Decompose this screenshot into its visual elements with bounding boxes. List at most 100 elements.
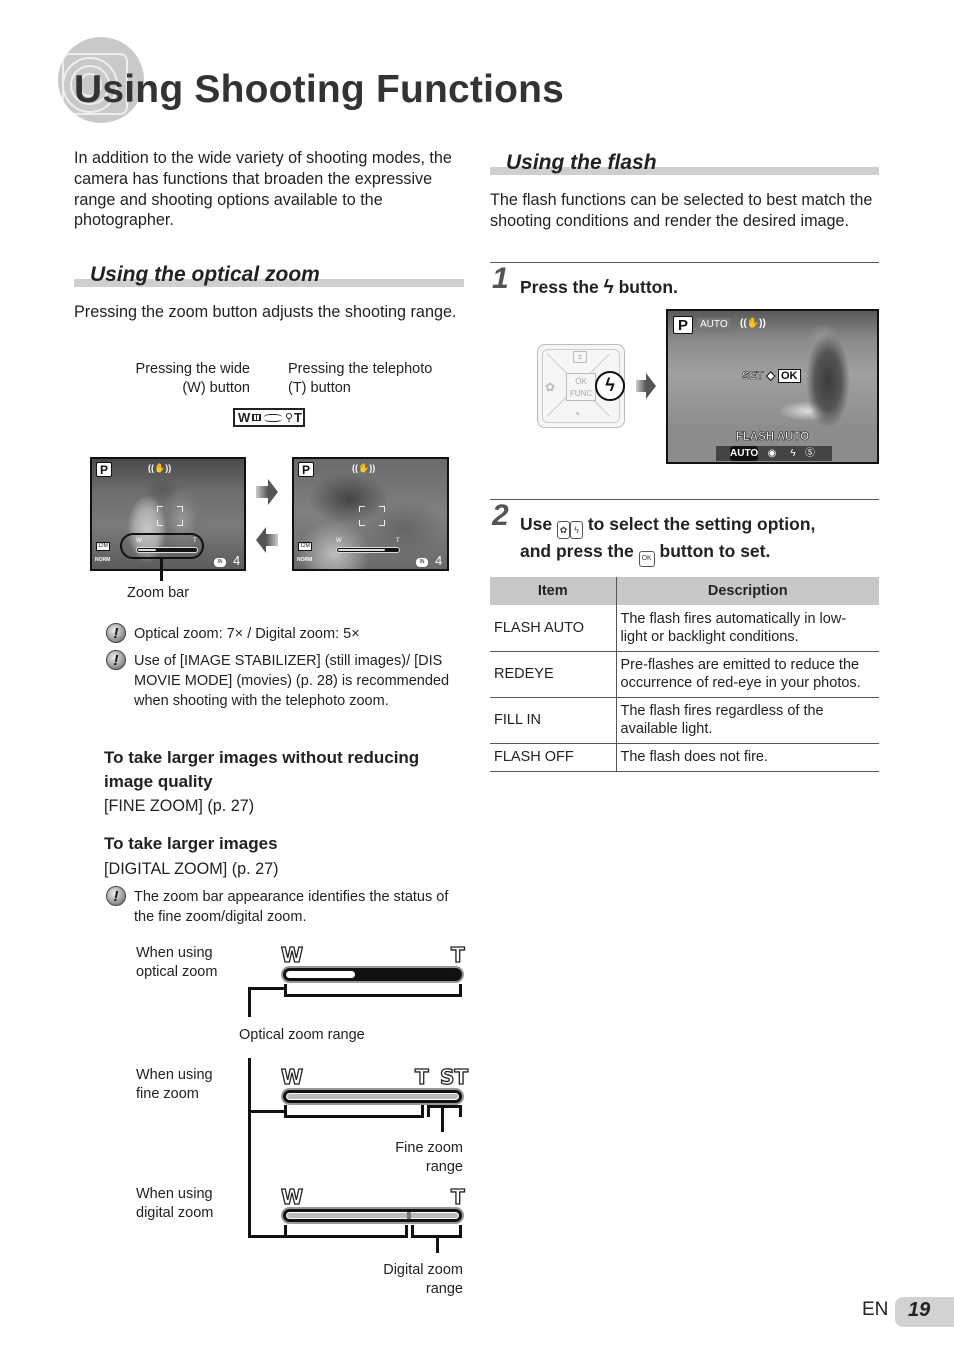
flash-mode-tag: AUTO bbox=[697, 318, 731, 332]
divider bbox=[490, 499, 879, 500]
af-frame-icon bbox=[157, 506, 183, 526]
tele-button-label: Pressing the telephoto (T) button bbox=[288, 360, 458, 397]
fine-range-label: Fine zoom range bbox=[360, 1139, 463, 1176]
memory-badge: IN bbox=[214, 558, 226, 567]
tele-label-line2: (T) button bbox=[288, 379, 351, 396]
ok-func-button: OK FUNC bbox=[566, 373, 596, 401]
step-2-line2-after: button to set. bbox=[659, 541, 771, 561]
memory-badge: IN bbox=[416, 558, 428, 567]
table-cell-item: REDEYE bbox=[490, 651, 617, 698]
fine-zoom-heading-line1: To take larger images without reducing bbox=[104, 748, 420, 767]
arrow-left-icon bbox=[256, 527, 266, 553]
fine-w-glyph: W bbox=[280, 1064, 304, 1089]
set-ok-hint: SET ◆ OK bbox=[742, 369, 801, 383]
left-arrow-macro-icon: ✿ bbox=[556, 521, 570, 539]
stabilizer-icon: ((✋)) bbox=[740, 318, 766, 329]
optical-range-bracket bbox=[284, 994, 462, 997]
digital-zoom-bar-fill bbox=[286, 1212, 459, 1219]
func-label: FUNC bbox=[569, 389, 593, 398]
stabilizer-icon: ((✋)) bbox=[352, 463, 376, 473]
step-2-line1: to select the setting option, bbox=[587, 514, 816, 534]
ok-label: OK bbox=[575, 377, 587, 386]
fine-range-bracket bbox=[427, 1105, 462, 1108]
flash-description: The flash functions can be selected to b… bbox=[490, 191, 873, 230]
ok-icon: OK bbox=[778, 369, 801, 383]
image-size-badge: 12M bbox=[298, 542, 312, 551]
fine-range-label-line1: Fine zoom bbox=[395, 1140, 463, 1156]
flash-button-highlight: ϟ bbox=[595, 371, 625, 401]
zoom-lever-icon: W ⚲ T bbox=[233, 408, 305, 427]
desc-line1: The flash fires regardless of the bbox=[620, 703, 824, 719]
mode-badge: P bbox=[673, 316, 693, 334]
step-2-text: Use ✿ ϟ to select the setting option, and… bbox=[520, 512, 880, 567]
af-frame-icon bbox=[359, 506, 385, 526]
fine-zoom-ref: [FINE ZOOM] (p. 27) bbox=[104, 797, 255, 815]
step-1-text-after: button. bbox=[618, 277, 678, 297]
flash-heading: Using the flash bbox=[490, 145, 879, 175]
table-cell-item: FILL IN bbox=[490, 697, 617, 744]
table-cell-description: Pre-flashes are emitted to reduce the occ… bbox=[616, 651, 879, 698]
step-2-line2-before: and press the bbox=[520, 541, 634, 561]
digital-w-glyph: W bbox=[280, 1184, 304, 1209]
digital-zoom-heading: To take larger images bbox=[104, 834, 278, 853]
note-zoom-status: The zoom bar appearance identifies the s… bbox=[134, 889, 449, 925]
option-auto: AUTO bbox=[730, 446, 759, 461]
fine-range-label-line2: range bbox=[425, 1158, 463, 1175]
step-number-2: 2 bbox=[492, 499, 509, 532]
tele-glyph: T bbox=[294, 410, 302, 425]
table-cell-item: FLASH AUTO bbox=[490, 605, 617, 652]
zoom-bar-callout-label: Zoom bar bbox=[127, 585, 190, 601]
table-cell-item: FLASH OFF bbox=[490, 743, 617, 772]
flash-icon: ϟ bbox=[603, 277, 614, 298]
table-row: REDEYE Pre-flashes are emitted to reduce… bbox=[490, 651, 879, 698]
zoom-t-label: T bbox=[396, 538, 400, 544]
desc-line2: occurrence of red-eye in your photos. bbox=[620, 675, 861, 691]
wide-glyph: W bbox=[238, 410, 251, 425]
digital-range-label: Digital zoom range bbox=[350, 1261, 463, 1298]
ok-func-icon: OK bbox=[638, 551, 655, 567]
digital-optical-bracket bbox=[284, 1235, 408, 1238]
step-number-1: 1 bbox=[492, 262, 509, 295]
arrow-right-icon bbox=[646, 373, 656, 399]
mode-badge: P bbox=[96, 462, 112, 477]
optical-w-glyph: W bbox=[280, 942, 304, 967]
caution-icon: ! bbox=[106, 886, 126, 906]
arrow-icon: ◆ bbox=[766, 370, 775, 383]
flash-menu-label: FLASH AUTO bbox=[735, 431, 810, 444]
optical-t-glyph: T bbox=[450, 942, 465, 967]
table-cell-description: The flash fires automatically in low-lig… bbox=[616, 605, 879, 652]
fine-zoom-bar-fill bbox=[286, 1093, 459, 1100]
step-1-text-before: Press the bbox=[520, 277, 599, 297]
stabilizer-icon: ((✋)) bbox=[148, 463, 172, 473]
arrow-right-stem bbox=[636, 380, 646, 392]
flash-menu-panel: FLASH AUTO AUTO ◉ ϟ Ⓢ bbox=[668, 426, 877, 462]
zoom-bar bbox=[336, 547, 400, 553]
zoom-bar-fill bbox=[338, 549, 385, 551]
callout-line bbox=[160, 559, 163, 581]
table-cell-description: The flash fires regardless of the availab… bbox=[616, 697, 879, 744]
desc-line2: light or backlight conditions. bbox=[620, 628, 799, 645]
zoom-bar-callout-ring bbox=[120, 533, 204, 559]
flash-off-icon: Ⓢ bbox=[805, 448, 815, 459]
desc-line1: The flash fires automatically in low- bbox=[620, 610, 847, 627]
image-size-badge: 12M bbox=[96, 542, 110, 551]
step-2-use: Use bbox=[520, 514, 553, 534]
quality-badge: NORM bbox=[95, 557, 111, 563]
flash-heading-text: Using the flash bbox=[506, 151, 657, 174]
wide-button-label: Pressing the wide (W) button bbox=[120, 360, 250, 397]
exposure-icon: ± bbox=[573, 351, 587, 363]
table-header-description: Description bbox=[616, 577, 879, 605]
fine-optical-bracket bbox=[284, 1115, 424, 1118]
page-number: 19 bbox=[908, 1299, 931, 1321]
quality-badge: NORM bbox=[297, 557, 313, 563]
zoom-w-label: W bbox=[336, 538, 342, 544]
shots-remaining: 4 bbox=[233, 553, 241, 568]
mode-badge: P bbox=[298, 462, 314, 477]
arrow-right-stem bbox=[256, 486, 268, 498]
caution-icon: ! bbox=[106, 623, 126, 643]
optical-zoom-bar-fill bbox=[286, 971, 355, 978]
fine-zoom-heading-line2: image quality bbox=[104, 772, 213, 791]
optical-zoom-bar bbox=[283, 968, 462, 981]
right-arrow-flash-icon: ϟ bbox=[569, 521, 583, 539]
page-title: Using Shooting Functions bbox=[74, 68, 565, 111]
